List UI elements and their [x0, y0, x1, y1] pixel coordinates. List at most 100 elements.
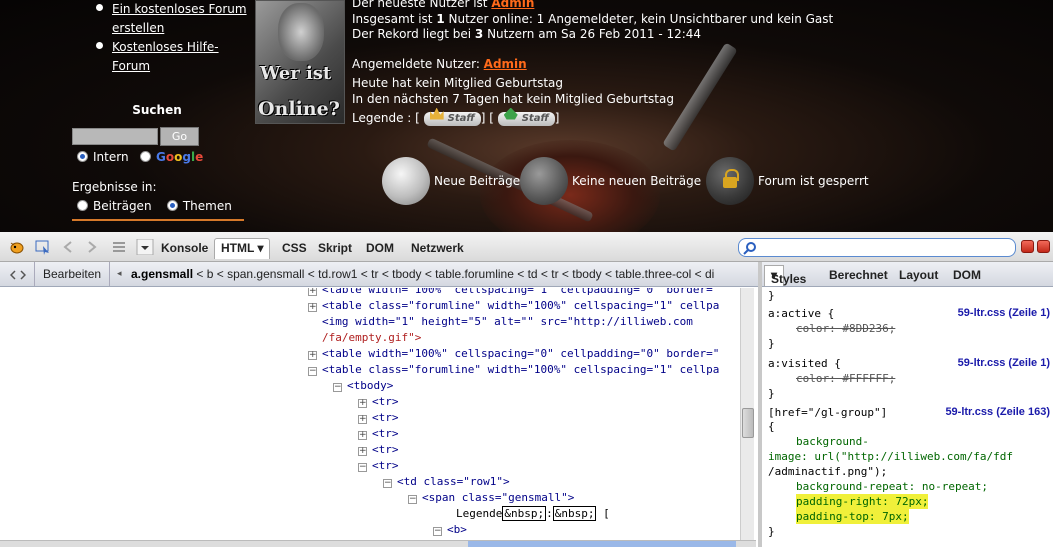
record-row: Der Rekord liegt bei 3 Nutzern am Sa 26 … [352, 27, 833, 43]
legend-end: ] [554, 111, 560, 125]
legend-separator: ] [ [480, 111, 494, 125]
inspect-icon[interactable] [34, 239, 52, 255]
css-source-link[interactable]: 59-ltr.css (Zeile 1) [958, 356, 1050, 371]
css-property[interactable]: background-repeat: no-repeat; [796, 479, 988, 494]
search-engine-options: Intern Google [77, 150, 203, 164]
tab-css[interactable]: CSS [282, 241, 307, 255]
detach-button[interactable] [1037, 240, 1050, 253]
dropdown-arrow-icon[interactable] [136, 239, 154, 255]
total-online-row: Insgesamt ist 1 Nutzer online: 1 Angemel… [352, 12, 833, 28]
css-brace: } [768, 387, 775, 400]
css-property[interactable]: image: url("http://illiweb.com/fa/fdf [768, 449, 1013, 464]
expand-icon: + [308, 350, 317, 360]
search-input[interactable] [72, 128, 158, 145]
tree-node[interactable]: <img width="1" height="5" alt="" src="ht… [322, 314, 693, 330]
css-property[interactable]: background- [796, 434, 869, 449]
forward-icon[interactable] [82, 239, 100, 255]
code-brackets-icon[interactable] [10, 268, 26, 282]
tree-node[interactable]: + <tr> [358, 442, 399, 458]
tab-script[interactable]: Skript [318, 241, 352, 255]
html-vertical-scrollbar[interactable] [740, 288, 754, 540]
firebug-search-input[interactable] [738, 238, 1016, 257]
collapse-icon: − [408, 494, 417, 504]
tree-node[interactable]: /fa/empty.gif"> [322, 330, 421, 346]
expand-icon: + [358, 414, 367, 424]
collapse-icon: − [383, 478, 392, 488]
forum-page: Ein kostenloses Forum erstellen Kostenlo… [0, 0, 1053, 232]
css-property-highlighted[interactable]: padding-right: 72px; [796, 494, 929, 509]
tree-node[interactable]: − <tbody> [333, 378, 393, 394]
css-selector[interactable]: a:active { [768, 306, 834, 321]
legend-new-posts: Neue Beiträge [382, 156, 520, 206]
breadcrumb-current[interactable]: a.gensmall [131, 267, 193, 281]
css-selector[interactable]: a:visited { [768, 356, 841, 371]
results-options: Beiträgen Themen [77, 199, 232, 213]
tree-node[interactable]: Legende &nbsp;: &nbsp; [ [456, 506, 610, 522]
firebug-panel: Konsole HTML ▾ CSS Skript DOM Netzwerk B… [0, 232, 1053, 547]
tree-node[interactable]: − <b> [433, 522, 467, 538]
tree-node[interactable]: − <span class="gensmall"> [408, 490, 574, 506]
tree-node[interactable]: + <table class="forumline" width="100%" c… [308, 298, 719, 314]
firebug-icon[interactable] [8, 239, 26, 255]
styles-panel: } a:active { 59-ltr.css (Zeile 1) color:… [764, 288, 1053, 547]
radio-google[interactable] [140, 151, 152, 162]
css-source-link[interactable]: 59-ltr.css (Zeile 1) [958, 306, 1050, 321]
html-horizontal-scrollbar[interactable] [0, 540, 756, 547]
tree-node[interactable]: − <td class="row1"> [383, 474, 510, 490]
tree-node[interactable]: + <tr> [358, 410, 399, 426]
radio-topics-label: Themen [182, 199, 232, 213]
sidebar-link-item: Kostenloses Hilfe-Forum [96, 38, 256, 76]
tab-network[interactable]: Netzwerk [411, 241, 464, 255]
tree-node[interactable]: + <tr> [358, 426, 399, 442]
tree-node[interactable]: − <tr> [358, 458, 399, 474]
tab-side-dom[interactable]: DOM [953, 268, 981, 282]
tab-layout[interactable]: Layout [899, 268, 938, 282]
tab-html[interactable]: HTML ▾ [214, 238, 271, 259]
tab-computed[interactable]: Berechnet [829, 268, 888, 282]
css-property[interactable]: color: #8DD236; [796, 321, 895, 336]
tab-styles[interactable]: Styles ▾ [764, 265, 806, 286]
radio-topics[interactable] [166, 200, 178, 211]
search-title: Suchen [132, 103, 182, 117]
tab-console[interactable]: Konsole [161, 241, 208, 255]
tree-node[interactable]: − <table class="forumline" width="100%" c… [308, 362, 719, 378]
record-count: 3 [474, 27, 484, 41]
firebug-toolbar: Konsole HTML ▾ CSS Skript DOM Netzwerk [0, 232, 1053, 262]
css-brace: } [768, 289, 775, 302]
newest-user-row: Der neueste Nutzer ist Admin [352, 0, 833, 12]
scrollbar-thumb[interactable] [468, 541, 736, 547]
html-tree: + <table width="100%" cellspacing="1" cel… [0, 288, 740, 540]
list-icon[interactable] [110, 239, 128, 255]
css-selector[interactable]: [href="/gl-group"] [768, 405, 887, 420]
css-property[interactable]: /adminactif.png"); [768, 464, 887, 479]
scrollbar-thumb[interactable] [742, 408, 754, 438]
staff-badge-mod[interactable]: Staff [497, 111, 555, 126]
back-icon[interactable] [60, 239, 78, 255]
css-property-highlighted[interactable]: padding-top: 7px; [796, 509, 909, 524]
search-icon [743, 242, 756, 255]
edit-button[interactable]: Bearbeiten [34, 262, 111, 286]
css-source-link[interactable]: 59-ltr.css (Zeile 163) [945, 405, 1050, 420]
tree-node[interactable]: + <table width="100%" cellspacing="0" cel… [308, 346, 719, 362]
record-prefix: Der Rekord liegt bei [352, 27, 475, 41]
scroll-left-icon[interactable]: ◂ [117, 268, 122, 279]
tab-dom[interactable]: DOM [366, 241, 394, 255]
legend-row: Legende : [ Staff] [ Staff] [352, 111, 833, 127]
radio-intern[interactable] [77, 151, 88, 162]
panel-splitter[interactable] [758, 262, 762, 547]
create-forum-link[interactable]: Ein kostenloses Forum erstellen [112, 2, 247, 35]
birthday-week: In den nächsten 7 Tagen hat kein Mitglie… [352, 91, 674, 106]
search-go-button[interactable]: Go [160, 127, 199, 146]
tree-node[interactable]: + <table width="100%" cellspacing="1" cel… [308, 288, 719, 298]
css-property[interactable]: color: #FFFFFF; [796, 371, 895, 386]
help-forum-link[interactable]: Kostenloses Hilfe-Forum [112, 40, 219, 73]
breadcrumb-ancestors[interactable]: < b < span.gensmall < td.row1 < tr < tbo… [196, 267, 714, 281]
minimize-button[interactable] [1021, 240, 1034, 253]
logged-in-user-link[interactable]: Admin [484, 57, 527, 71]
radio-posts[interactable] [77, 200, 88, 211]
expand-icon: + [358, 430, 367, 440]
newest-user-link[interactable]: Admin [491, 0, 534, 10]
expand-icon: + [308, 302, 317, 312]
tree-node[interactable]: + <tr> [358, 394, 399, 410]
staff-badge-admin[interactable]: Staff [423, 111, 481, 126]
